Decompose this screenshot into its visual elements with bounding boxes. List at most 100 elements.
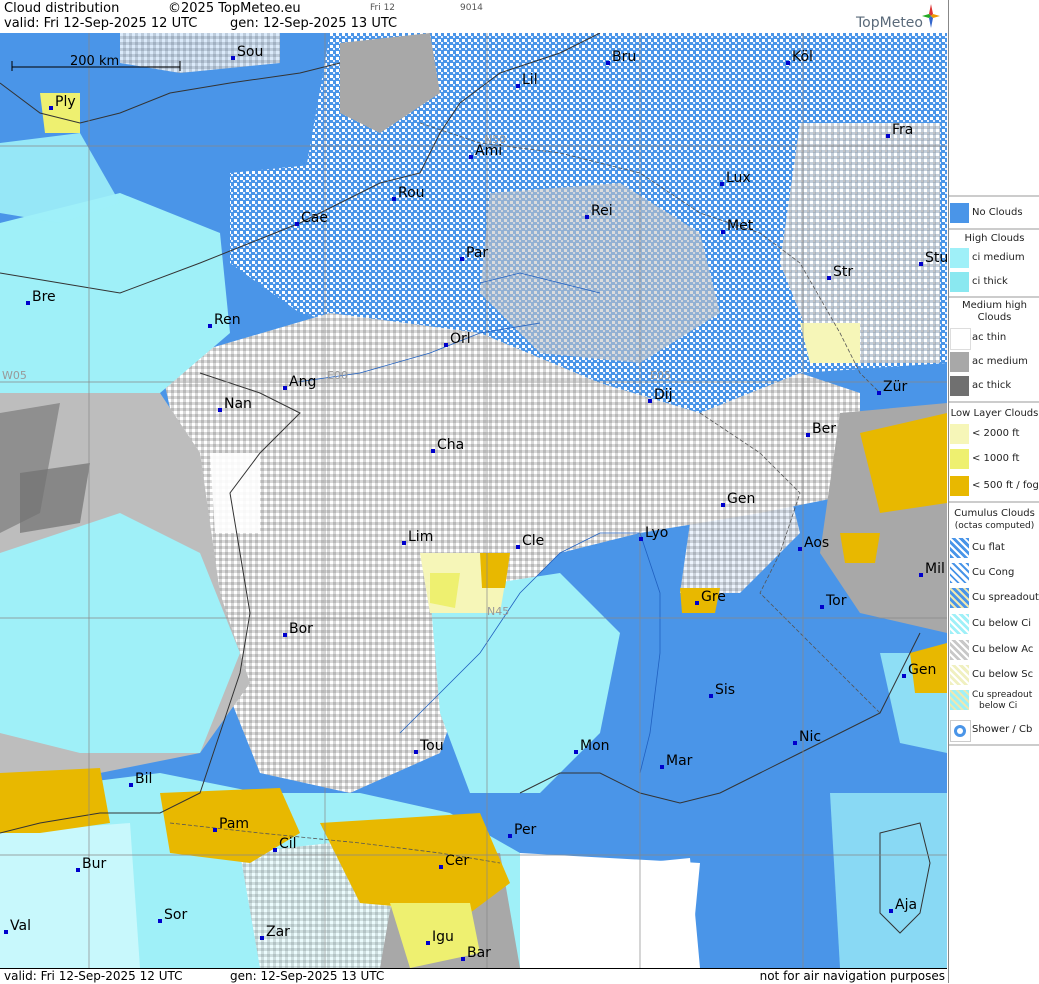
city-dot [414, 750, 418, 754]
city-dot [516, 545, 520, 549]
city-dot [439, 865, 443, 869]
city-label: Rei [591, 203, 613, 219]
city-dot [260, 936, 264, 940]
legend-cu-below-sc: Cu below Sc [949, 663, 1039, 687]
city-label: Bar [467, 945, 491, 961]
city-label: Pam [219, 816, 249, 832]
city-label: Bru [612, 49, 636, 65]
map-footer: valid: Fri 12-Sep-2025 12 UTC gen: 12-Se… [0, 968, 947, 984]
low-500-alps-s [840, 533, 880, 563]
city-dot [283, 633, 287, 637]
legend-label: Cu flat [972, 542, 1005, 553]
legend-no-clouds: No Clouds [949, 201, 1039, 225]
cu-below-ci-swatch [950, 614, 969, 634]
city-dot [402, 541, 406, 545]
grid-label: W05 [2, 369, 27, 382]
legend-label: Cu below Ac [972, 644, 1034, 655]
legend-high-title: High Clouds [964, 233, 1025, 244]
city-dot [720, 182, 724, 186]
legend-cu-spreadout-below-ci: Cu spreadout below Ci [949, 688, 1039, 718]
legend-label: Shower / Cb [972, 724, 1033, 735]
legend-label: < 500 ft / fog [972, 480, 1039, 491]
city-label: Sor [164, 907, 187, 923]
legend-low-1000: < 1000 ft [949, 447, 1039, 471]
city-label: Aja [895, 897, 917, 913]
ac-thin-swatch [950, 328, 971, 350]
legend-cu-below-ac: Cu below Ac [949, 638, 1039, 662]
city-dot [469, 155, 473, 159]
city-dot [606, 61, 610, 65]
city-label: Mar [666, 753, 693, 769]
city-dot [793, 741, 797, 745]
legend-cu-cong: Cu Cong [949, 561, 1039, 585]
ci-thin-spain-west [0, 823, 140, 968]
city-dot [516, 84, 520, 88]
ac-thick-swatch [950, 376, 969, 396]
cu-cong-swatch [950, 563, 969, 583]
low-500-bay [0, 768, 110, 833]
legend-ci-thick: ci thick [949, 270, 1039, 294]
no-clouds-swatch [950, 203, 969, 223]
footer-gen: gen: 12-Sep-2025 13 UTC [230, 969, 385, 983]
city-dot [820, 605, 824, 609]
city-dot [721, 503, 725, 507]
ac-thick-atlantic-2 [20, 463, 90, 533]
city-label: Tor [825, 593, 847, 609]
legend-low-title: Low Layer Clouds [950, 408, 1039, 419]
ci-medium-corsica [830, 793, 947, 968]
city-label: Gen [908, 662, 936, 678]
legend-panel: No Clouds High Clouds ci medium ci thick… [948, 0, 1039, 983]
city-label: Lux [726, 170, 751, 186]
footer-valid: valid: Fri 12-Sep-2025 12 UTC [4, 969, 183, 983]
grid-label: E00 [327, 369, 348, 382]
generated-time: gen: 12-Sep-2025 13 UTC [230, 16, 398, 31]
topmeteo-logo[interactable]: TopMeteo [831, 3, 941, 31]
city-label: Ami [475, 143, 502, 159]
legend-label: Cu spreadout [972, 690, 1033, 700]
low-1000-swatch [950, 449, 969, 469]
city-label: Köl [792, 49, 813, 65]
city-label: Cle [522, 533, 544, 549]
city-label: Str [833, 264, 853, 280]
city-label: Bor [289, 621, 313, 637]
city-label: Mon [580, 738, 610, 754]
legend-label: ci medium [972, 252, 1025, 263]
city-dot [231, 56, 235, 60]
low-500-swatch [950, 476, 969, 496]
city-dot [49, 106, 53, 110]
city-dot [660, 765, 664, 769]
copyright: ©2025 TopMeteo.eu [168, 1, 301, 16]
city-dot [648, 399, 652, 403]
low-1000-massif [430, 573, 460, 608]
legend-medium-title: Medium high Clouds [962, 300, 1027, 323]
compass-star-icon [922, 4, 940, 28]
city-dot [786, 61, 790, 65]
city-label: Cil [279, 836, 297, 852]
cu-spreadout-below-ci-swatch [950, 690, 969, 710]
city-dot [798, 547, 802, 551]
legend-label: ci thick [972, 276, 1008, 287]
logo-text: TopMeteo [856, 15, 923, 31]
city-label: Zür [883, 379, 907, 395]
city-label: Cha [437, 437, 464, 453]
cloud-map[interactable]: N50 W05 E00 E05 N45 200 km Sou Bru Köl Lil P… [0, 33, 947, 968]
city-dot [886, 134, 890, 138]
city-marker: Gen [902, 662, 936, 678]
city-label: Sis [715, 682, 735, 698]
legend-low-2000: < 2000 ft [949, 422, 1039, 446]
city-dot [208, 324, 212, 328]
city-label: Mil [925, 561, 945, 577]
city-label: Par [466, 245, 488, 261]
city-marker: Pam [213, 816, 249, 832]
city-dot [460, 257, 464, 261]
city-label: Per [514, 822, 537, 838]
map-title: Cloud distribution [4, 1, 120, 16]
city-label: Lyo [645, 525, 668, 541]
legend-cu-title: Cumulus Clouds [954, 508, 1035, 519]
legend-ac-thick: ac thick [949, 374, 1039, 398]
legend-ci-medium: ci medium [949, 246, 1039, 270]
legend-ac-thin: ac thin [949, 326, 1039, 350]
city-label: Cae [301, 210, 328, 226]
legend-label: ac medium [972, 356, 1028, 367]
low-2000-swatch [950, 424, 969, 444]
